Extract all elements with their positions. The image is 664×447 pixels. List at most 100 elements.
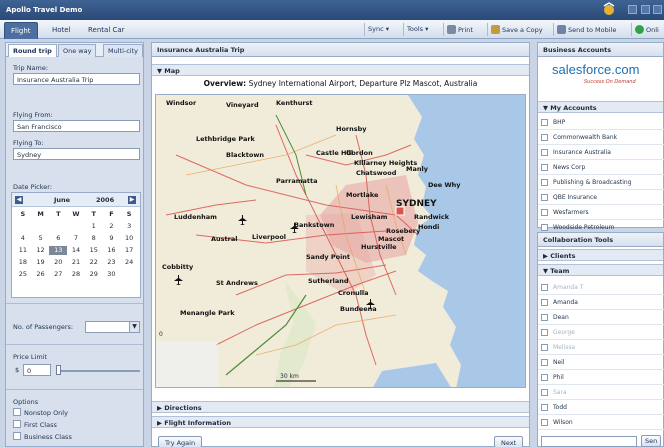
team-member-checkbox[interactable] (541, 389, 548, 396)
account-list-item[interactable]: News Corp (538, 160, 664, 175)
calendar-day[interactable]: 5 (32, 234, 50, 243)
calendar-day[interactable]: 25 (14, 270, 32, 279)
tab-multi-city[interactable]: Multi-city (103, 44, 143, 57)
send-mobile-button[interactable]: Send to Mobile (553, 23, 619, 36)
first-class-checkbox[interactable] (13, 420, 21, 428)
calendar-day[interactable]: 2 (103, 222, 121, 231)
team-member-checkbox[interactable] (541, 359, 548, 366)
map-section-header[interactable]: ▼ Map (152, 64, 529, 76)
team-member-item[interactable]: Phil (538, 370, 664, 385)
calendar-day[interactable]: 10 (120, 234, 138, 243)
tab-round-trip[interactable]: Round trip (8, 44, 57, 57)
team-member-item[interactable]: Sara (538, 385, 664, 400)
team-member-item[interactable]: Wilson (538, 415, 664, 430)
team-member-checkbox[interactable] (541, 404, 548, 411)
team-member-item[interactable]: Todd (538, 400, 664, 415)
team-member-checkbox[interactable] (541, 419, 548, 426)
calendar-day[interactable]: 6 (49, 234, 67, 243)
sync-button[interactable]: Sync ▾ (364, 23, 392, 36)
tab-hotel[interactable]: Hotel (46, 22, 77, 39)
calendar-day[interactable]: 23 (103, 258, 121, 267)
calendar-day[interactable]: 13 (49, 246, 68, 255)
message-input[interactable] (541, 436, 637, 447)
calendar-day[interactable]: 16 (103, 246, 121, 255)
calendar-day[interactable]: 1 (85, 222, 103, 231)
save-copy-button[interactable]: Save a Copy (487, 23, 546, 36)
team-member-item[interactable]: Dean (538, 310, 664, 325)
account-list-item[interactable]: QBE Insurance (538, 190, 664, 205)
team-member-item[interactable]: Amanda (538, 295, 664, 310)
maximize-window-icon[interactable] (641, 5, 650, 14)
online-button[interactable]: Onli (631, 23, 662, 36)
account-list-item[interactable]: Commonwealth Bank (538, 130, 664, 145)
team-member-checkbox[interactable] (541, 374, 548, 381)
calendar-day[interactable]: 8 (85, 234, 103, 243)
account-checkbox[interactable] (541, 119, 548, 126)
team-member-item[interactable]: George (538, 325, 664, 340)
try-again-button[interactable]: Try Again (158, 436, 203, 447)
print-button[interactable]: Print (443, 23, 476, 36)
flight-info-section-header[interactable]: ▶ Flight Information (152, 416, 529, 428)
prev-month-button[interactable]: ◀ (15, 196, 23, 204)
close-window-icon[interactable] (653, 5, 662, 14)
calendar-day[interactable]: 21 (67, 258, 85, 267)
calendar-day[interactable]: 3 (120, 222, 138, 231)
passengers-select[interactable]: ▼ (85, 321, 140, 333)
calendar-day[interactable]: 17 (120, 246, 138, 255)
tools-button[interactable]: Tools ▾ (403, 23, 431, 36)
nonstop-checkbox[interactable] (13, 408, 21, 416)
calendar-day[interactable]: 15 (85, 246, 103, 255)
next-button[interactable]: Next (494, 436, 524, 447)
calendar-day[interactable]: 28 (67, 270, 85, 279)
team-member-checkbox[interactable] (541, 314, 548, 321)
calendar-day[interactable]: 29 (85, 270, 103, 279)
account-list-item[interactable]: Wesfarmers (538, 205, 664, 220)
calendar-day[interactable]: 27 (49, 270, 67, 279)
calendar-day[interactable]: 12 (32, 246, 50, 255)
map-view[interactable]: Windsor Vineyard Kenthurst Hornsby Lethbridg… (155, 94, 526, 388)
team-member-checkbox[interactable] (541, 344, 548, 351)
price-limit-input[interactable]: 0 (23, 364, 51, 376)
flying-from-input[interactable]: San Francisco (13, 120, 140, 132)
team-section-header[interactable]: ▼ Team (538, 264, 663, 276)
account-list-item[interactable]: BHP (538, 115, 664, 130)
price-slider-track[interactable] (56, 370, 140, 372)
account-checkbox[interactable] (541, 209, 548, 216)
calendar-day[interactable]: 22 (85, 258, 103, 267)
flying-to-input[interactable]: Sydney (13, 148, 140, 160)
next-month-button[interactable]: ▶ (128, 196, 136, 204)
calendar-day[interactable]: 11 (14, 246, 32, 255)
team-member-checkbox[interactable] (541, 329, 548, 336)
team-member-item[interactable]: Melissa (538, 340, 664, 355)
team-member-item[interactable]: Neil (538, 355, 664, 370)
account-checkbox[interactable] (541, 164, 548, 171)
calendar-day[interactable]: 4 (14, 234, 32, 243)
calendar-day[interactable]: 7 (67, 234, 85, 243)
calendar-day[interactable]: 18 (14, 258, 32, 267)
account-list-item[interactable]: Publishing & Broadcasting (538, 175, 664, 190)
calendar-day[interactable]: 30 (103, 270, 121, 279)
account-checkbox[interactable] (541, 134, 548, 141)
account-list-item[interactable]: Insurance Australia (538, 145, 664, 160)
calendar-day[interactable]: 9 (103, 234, 121, 243)
calendar-day[interactable]: 20 (49, 258, 67, 267)
team-member-checkbox[interactable] (541, 299, 548, 306)
send-button[interactable]: Sen (641, 435, 662, 447)
clients-section-header[interactable]: ▶ Clients (538, 249, 663, 261)
tab-flight[interactable]: Flight (4, 22, 38, 39)
my-accounts-header[interactable]: ▼ My Accounts (538, 101, 663, 113)
directions-section-header[interactable]: ▶ Directions (152, 401, 529, 413)
calendar-day[interactable]: 19 (32, 258, 50, 267)
tab-rental-car[interactable]: Rental Car (82, 22, 131, 39)
team-member-item[interactable]: Amanda T (538, 280, 664, 295)
calendar-day[interactable]: 26 (32, 270, 50, 279)
account-checkbox[interactable] (541, 179, 548, 186)
account-checkbox[interactable] (541, 194, 548, 201)
team-member-checkbox[interactable] (541, 284, 548, 291)
calendar-day[interactable]: 14 (67, 246, 85, 255)
price-slider-handle[interactable] (56, 365, 61, 375)
calendar-day[interactable]: 24 (120, 258, 138, 267)
trip-name-input[interactable]: Insurance Australia Trip (13, 73, 140, 85)
minimize-window-icon[interactable] (628, 5, 637, 14)
tab-one-way[interactable]: One way (58, 44, 97, 57)
